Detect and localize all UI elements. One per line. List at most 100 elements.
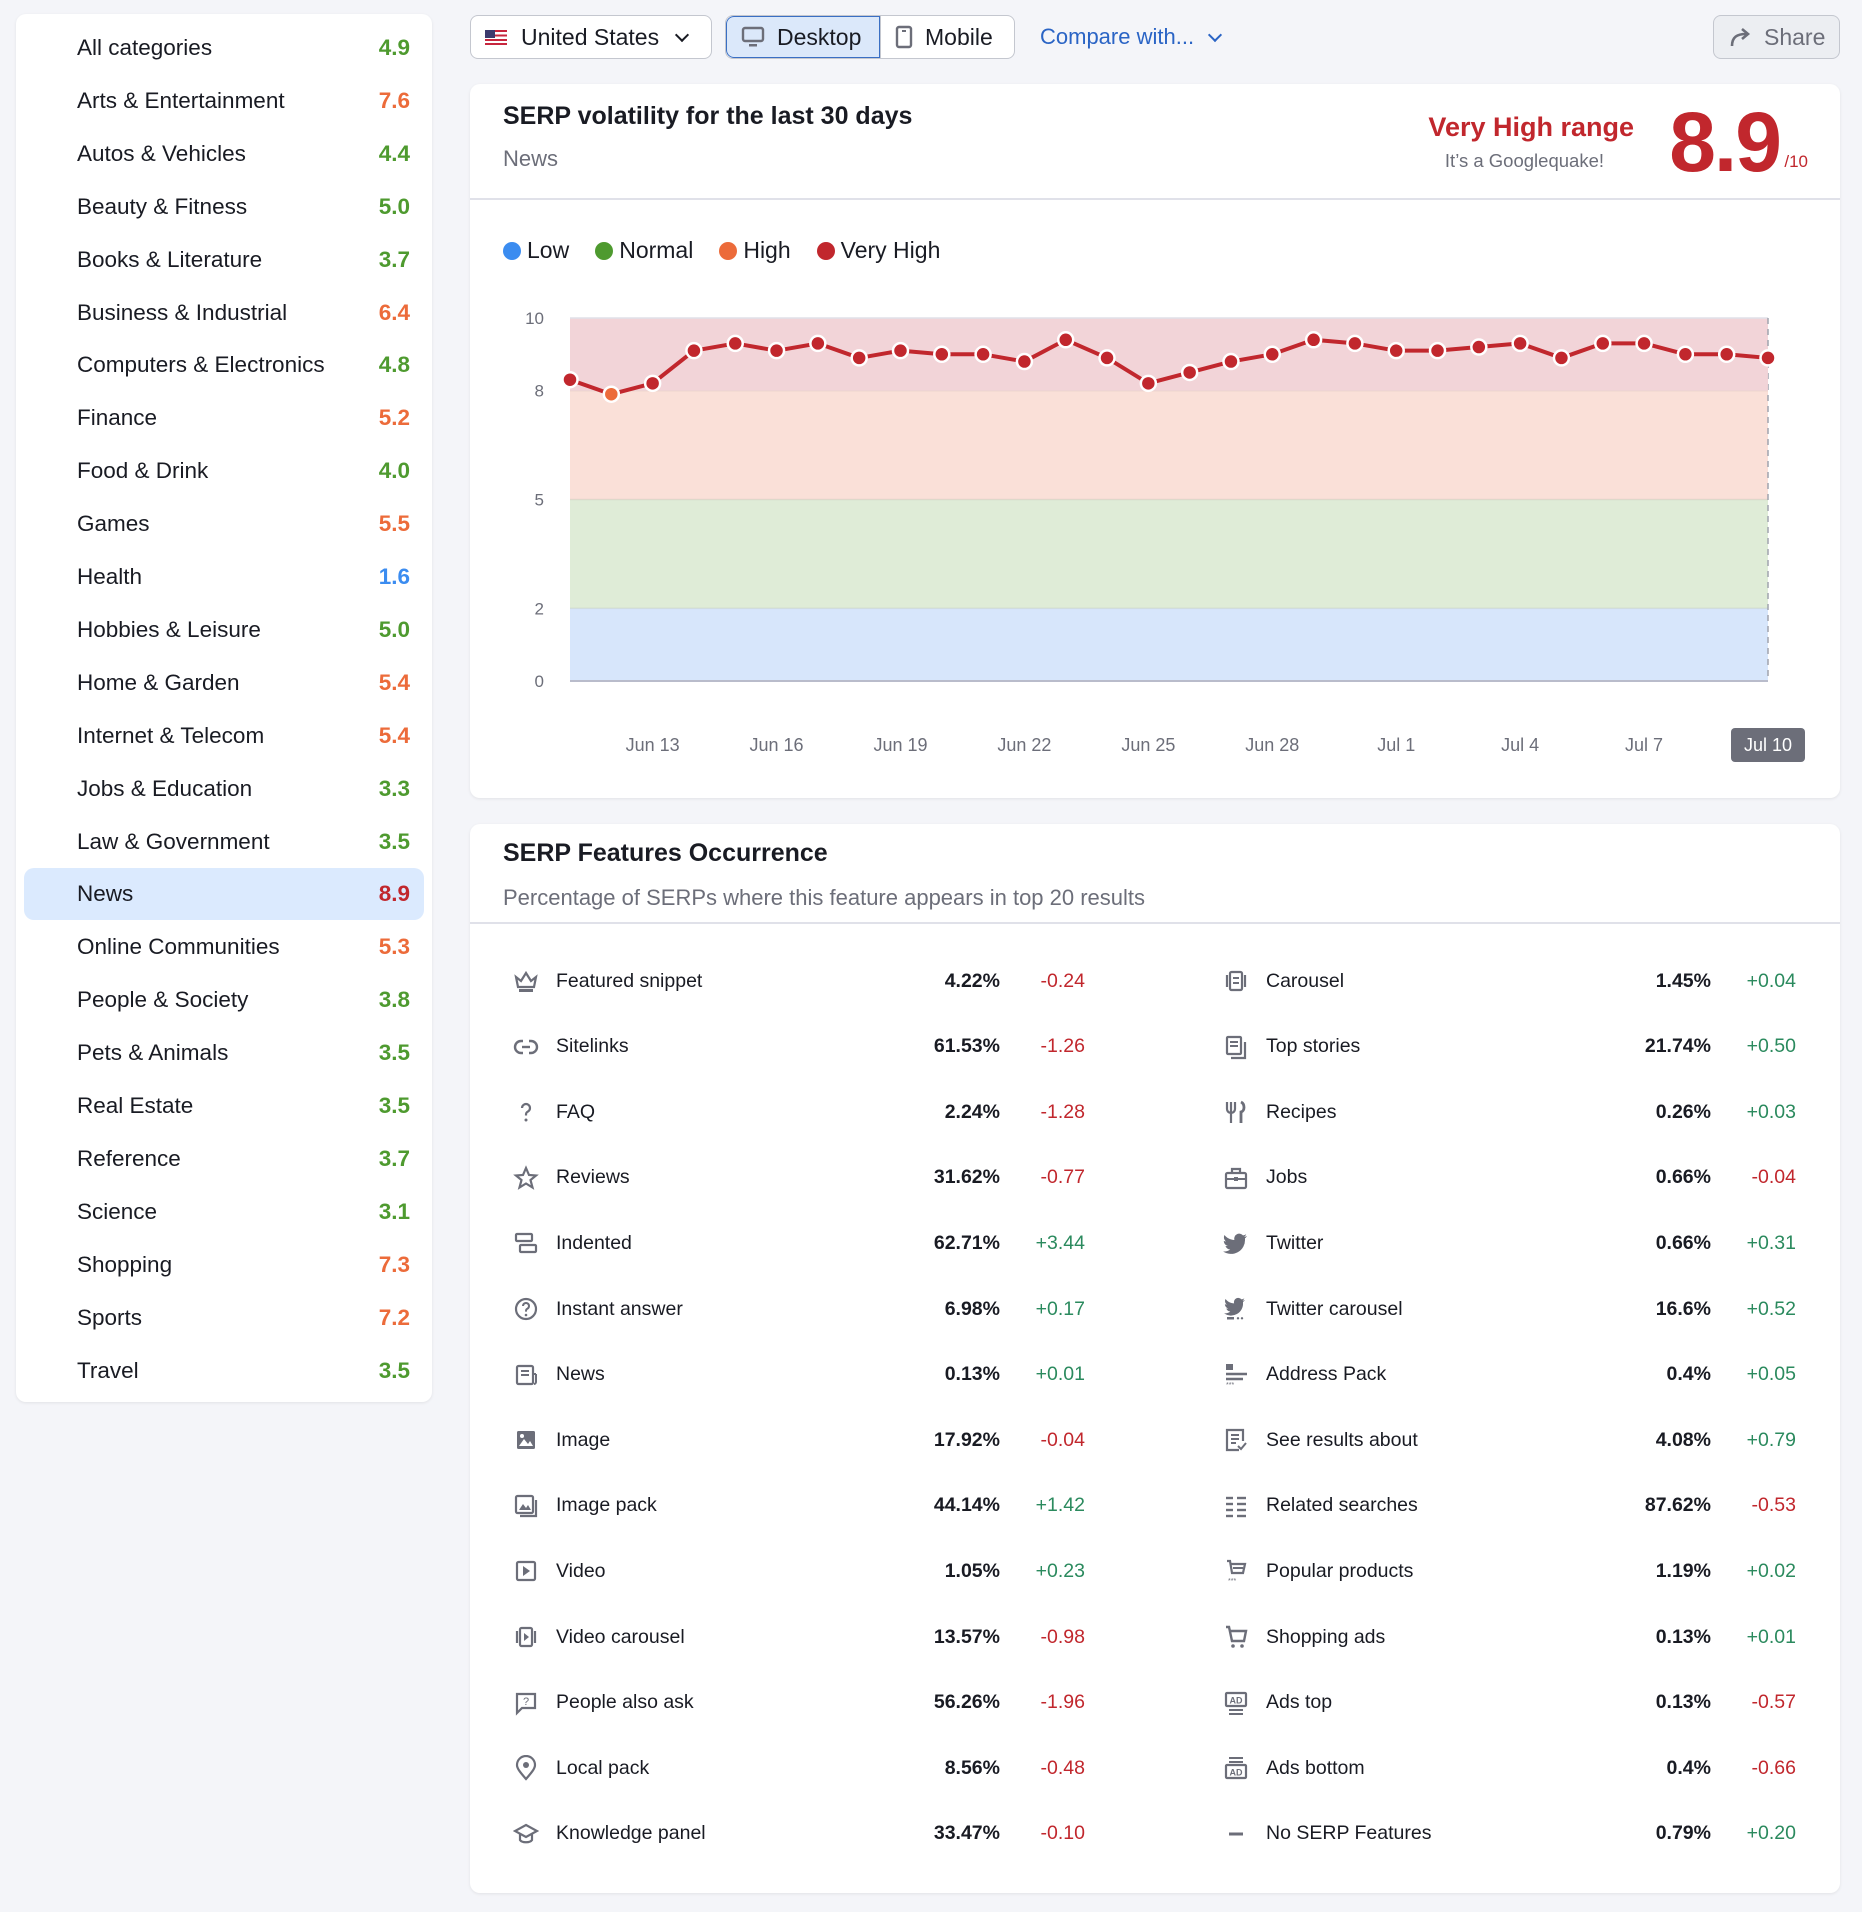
feature-name: Local pack bbox=[556, 1756, 650, 1779]
feature-delta: +1.42 bbox=[1035, 1494, 1085, 1517]
sidebar-item-category[interactable]: Finance 5.2 bbox=[24, 392, 424, 444]
feature-row: Knowledge panel 33.47% -0.10 bbox=[512, 1814, 1085, 1854]
category-volatility-score: 7.3 bbox=[378, 1251, 410, 1277]
volatility-card: SERP volatility for the last 30 days New… bbox=[470, 84, 1840, 798]
sidebar-item-category[interactable]: Law & Government 3.5 bbox=[24, 816, 424, 868]
category-volatility-score: 3.7 bbox=[378, 246, 410, 272]
desktop-button[interactable]: Desktop bbox=[726, 16, 880, 58]
sidebar-item-category[interactable]: Computers & Electronics 4.8 bbox=[24, 339, 424, 391]
sidebar-item-category[interactable]: Books & Literature 3.7 bbox=[24, 234, 424, 286]
sidebar-item-category[interactable]: Hobbies & Leisure 5.0 bbox=[24, 604, 424, 656]
sidebar-item-category[interactable]: Jobs & Education 3.3 bbox=[24, 763, 424, 815]
sidebar-item-category[interactable]: Internet & Telecom 5.4 bbox=[24, 710, 424, 762]
category-volatility-score: 7.2 bbox=[378, 1304, 410, 1330]
data-point bbox=[1180, 363, 1199, 382]
x-tick-label: Jul 1 bbox=[1377, 735, 1415, 755]
sidebar-item-category[interactable]: Real Estate 3.5 bbox=[24, 1080, 424, 1132]
sidebar-item-category[interactable]: Arts & Entertainment 7.6 bbox=[24, 75, 424, 127]
category-label: Hobbies & Leisure bbox=[77, 616, 261, 642]
mobile-button[interactable]: Mobile bbox=[880, 16, 1007, 58]
sidebar-item-category[interactable]: Online Communities 5.3 bbox=[24, 921, 424, 973]
sidebar-item-category[interactable]: Business & Industrial 6.4 bbox=[24, 287, 424, 339]
feature-row: AD Ads bottom 0.4% -0.66 bbox=[1222, 1748, 1796, 1788]
feature-delta: +0.23 bbox=[1035, 1559, 1085, 1582]
sidebar-item-category[interactable]: Beauty & Fitness 5.0 bbox=[24, 181, 424, 233]
x-tick-label: Jun 22 bbox=[997, 735, 1051, 755]
feature-percentage: 56.26% bbox=[933, 1691, 1000, 1714]
feature-row: Top stories 21.74% +0.50 bbox=[1222, 1027, 1796, 1067]
data-point bbox=[1676, 345, 1695, 364]
feature-delta: +0.05 bbox=[1746, 1363, 1796, 1386]
video-icon bbox=[512, 1557, 540, 1585]
category-label: News bbox=[77, 881, 134, 907]
question-icon bbox=[512, 1098, 540, 1126]
sidebar-item-category[interactable]: Autos & Vehicles 4.4 bbox=[24, 128, 424, 180]
sidebar-item-category[interactable]: Pets & Animals 3.5 bbox=[24, 1027, 424, 1079]
category-label: Science bbox=[77, 1198, 158, 1224]
feature-row: *** Popular products 1.19% +0.02 bbox=[1222, 1551, 1796, 1591]
feature-delta: -0.04 bbox=[1751, 1166, 1796, 1189]
category-label: Arts & Entertainment bbox=[77, 87, 285, 113]
feature-percentage: 0.79% bbox=[1655, 1822, 1711, 1845]
category-label: Beauty & Fitness bbox=[77, 193, 248, 219]
image-pack-icon bbox=[512, 1492, 540, 1520]
feature-percentage: 4.22% bbox=[944, 969, 1000, 992]
feature-row: Carousel 1.45% +0.04 bbox=[1222, 961, 1796, 1001]
category-label: Internet & Telecom bbox=[77, 722, 265, 748]
us-flag-icon bbox=[485, 29, 507, 45]
data-point bbox=[933, 345, 951, 364]
sidebar-item-category[interactable]: Home & Garden 5.4 bbox=[24, 657, 424, 709]
feature-row: FAQ 2.24% -1.28 bbox=[512, 1092, 1085, 1132]
feature-name: Ads top bbox=[1266, 1691, 1333, 1714]
share-button[interactable]: Share bbox=[1713, 15, 1840, 59]
category-volatility-score: 4.8 bbox=[378, 352, 410, 378]
svg-text:AD: AD bbox=[1230, 1768, 1243, 1778]
x-tick-label: Jun 19 bbox=[873, 735, 927, 755]
feature-name: Shopping ads bbox=[1266, 1625, 1386, 1648]
feature-name: Instant answer bbox=[556, 1297, 683, 1320]
feature-percentage: 13.57% bbox=[933, 1625, 1000, 1648]
sidebar-item-category[interactable]: Sports 7.2 bbox=[24, 1292, 424, 1344]
sidebar-item-category[interactable]: People & Society 3.8 bbox=[24, 974, 424, 1026]
sidebar-item-category[interactable]: Games 5.5 bbox=[24, 498, 424, 550]
sidebar-item-category[interactable]: News 8.9 bbox=[24, 868, 424, 921]
top-stories-icon bbox=[1222, 1033, 1250, 1061]
feature-name: Recipes bbox=[1266, 1100, 1337, 1123]
category-label: Business & Industrial bbox=[77, 299, 288, 325]
star-icon bbox=[512, 1164, 540, 1192]
sidebar-item-category[interactable]: Science 3.1 bbox=[24, 1186, 424, 1238]
compare-with-dropdown[interactable]: Compare with... bbox=[1040, 15, 1223, 59]
feature-name: Image pack bbox=[556, 1494, 657, 1517]
data-point bbox=[809, 334, 827, 353]
sidebar-item-category[interactable]: Reference 3.7 bbox=[24, 1133, 424, 1185]
feature-delta: -1.96 bbox=[1040, 1691, 1085, 1714]
x-tick-label: Jul 7 bbox=[1625, 735, 1663, 755]
feature-percentage: 4.08% bbox=[1655, 1428, 1711, 1451]
sidebar-item-category[interactable]: All categories 4.9 bbox=[24, 22, 424, 74]
feature-percentage: 0.13% bbox=[1655, 1625, 1711, 1648]
crown-icon bbox=[512, 967, 540, 995]
sidebar-item-category[interactable]: Food & Drink 4.0 bbox=[24, 445, 424, 497]
twitter-icon bbox=[1222, 1229, 1250, 1257]
data-point bbox=[974, 345, 992, 364]
data-point bbox=[1139, 374, 1158, 393]
sidebar-item-category[interactable]: Health 1.6 bbox=[24, 551, 424, 603]
feature-name: Reviews bbox=[556, 1166, 630, 1189]
country-dropdown[interactable]: United States bbox=[470, 15, 712, 59]
category-volatility-score: 3.5 bbox=[378, 1357, 410, 1383]
feature-name: Indented bbox=[556, 1231, 632, 1254]
data-point bbox=[767, 341, 786, 360]
data-point bbox=[850, 349, 868, 367]
y-tick-label: 2 bbox=[535, 599, 544, 618]
data-point bbox=[602, 385, 621, 403]
feature-row: News 0.13% +0.01 bbox=[512, 1355, 1085, 1395]
feature-delta: -0.48 bbox=[1040, 1756, 1085, 1779]
category-volatility-score: 7.6 bbox=[378, 87, 410, 113]
sidebar-item-category[interactable]: Travel 3.5 bbox=[24, 1345, 424, 1397]
sidebar-item-category[interactable]: Shopping 7.3 bbox=[24, 1239, 424, 1291]
feature-name: Jobs bbox=[1266, 1166, 1308, 1189]
feature-percentage: 62.71% bbox=[933, 1231, 1000, 1254]
feature-percentage: 0.66% bbox=[1655, 1166, 1711, 1189]
feature-delta: +0.01 bbox=[1746, 1625, 1796, 1648]
feature-percentage: 31.62% bbox=[933, 1166, 1000, 1189]
